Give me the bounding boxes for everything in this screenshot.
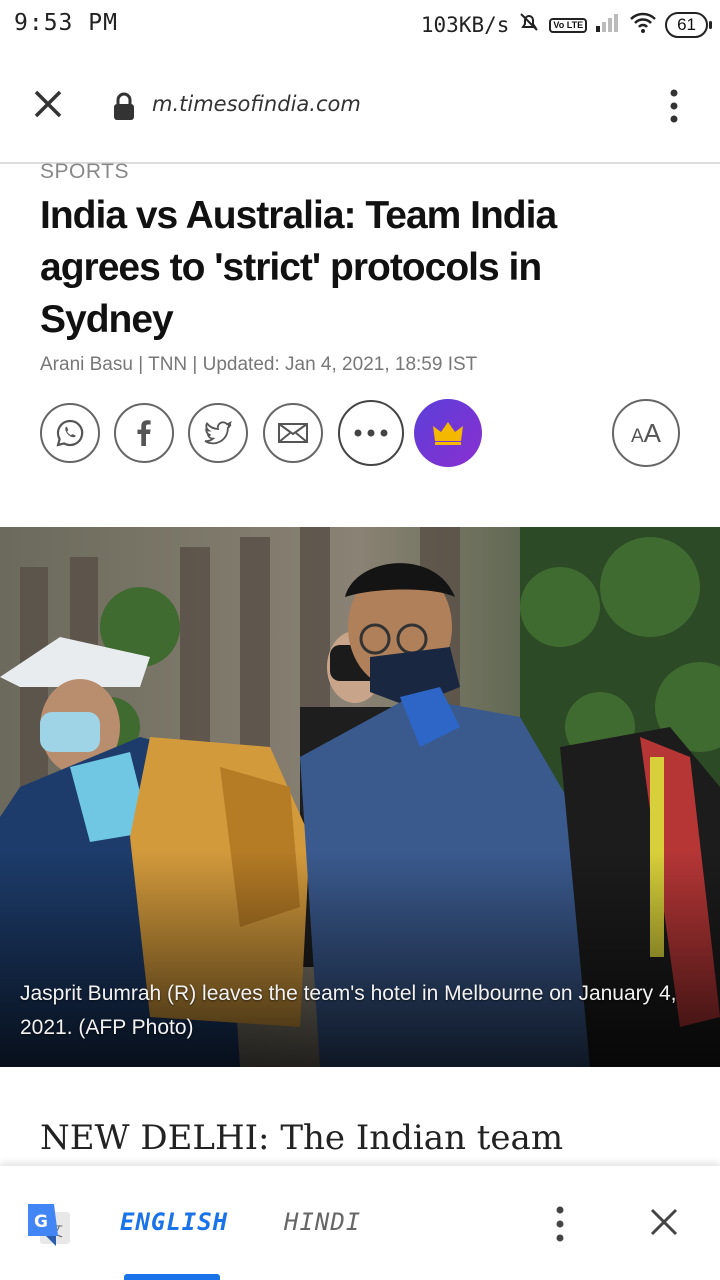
- article-byline: Arani Basu | TNN | Updated: Jan 4, 2021,…: [40, 354, 478, 375]
- more-vert-icon: [670, 89, 678, 123]
- status-time: 9:53 PM: [14, 10, 118, 36]
- wifi-icon: [629, 11, 657, 39]
- twitter-icon: [204, 420, 232, 445]
- close-icon: [34, 90, 62, 118]
- signal-icon: [595, 12, 621, 38]
- google-translate-icon: 文 G: [26, 1202, 72, 1248]
- mail-icon: [278, 423, 308, 443]
- share-email-button[interactable]: [263, 403, 323, 463]
- whatsapp-icon: [56, 419, 84, 447]
- network-speed: 103KB/s: [420, 13, 510, 37]
- section-label[interactable]: SPORTS: [40, 160, 129, 184]
- active-language-indicator: [124, 1274, 220, 1280]
- share-facebook-button[interactable]: [114, 403, 174, 463]
- translate-bar: 文 G ENGLISH HINDI: [0, 1166, 720, 1280]
- mute-icon: [517, 10, 541, 40]
- article-lede: NEW DELHI: The Indian team: [40, 1118, 564, 1158]
- language-tab-hindi[interactable]: HINDI: [284, 1208, 361, 1236]
- font-size-icon: AA: [630, 417, 662, 448]
- more-vert-icon: [556, 1206, 564, 1242]
- lock-icon[interactable]: [112, 92, 136, 122]
- close-tab-button[interactable]: [28, 84, 68, 124]
- share-whatsapp-button[interactable]: [40, 403, 100, 463]
- svg-text:G: G: [34, 1212, 48, 1232]
- volte-badge: Vo LTE: [549, 17, 588, 33]
- battery-indicator: 61: [665, 12, 712, 38]
- font-size-button[interactable]: AA: [612, 399, 680, 467]
- facebook-icon: [137, 420, 151, 446]
- translate-close-button[interactable]: [648, 1206, 680, 1238]
- status-bar: 9:53 PM 103KB/s Vo LTE 61: [0, 0, 720, 52]
- article-photo[interactable]: Jasprit Bumrah (R) leaves the team's hot…: [0, 527, 720, 1067]
- browser-menu-button[interactable]: [664, 88, 684, 124]
- status-icons: 103KB/s Vo LTE 61: [420, 10, 712, 40]
- crown-icon: [433, 422, 463, 445]
- translate-menu-button[interactable]: [550, 1204, 570, 1244]
- share-more-button[interactable]: [338, 400, 404, 466]
- article-headline: India vs Australia: Team India agrees to…: [40, 194, 557, 341]
- url-text[interactable]: m.timesofindia.com: [152, 92, 361, 116]
- share-twitter-button[interactable]: [188, 403, 248, 463]
- browser-toolbar: m.timesofindia.com: [0, 52, 720, 164]
- close-icon: [650, 1208, 678, 1236]
- premium-button[interactable]: [414, 399, 482, 467]
- more-horiz-icon: [354, 429, 388, 437]
- language-tab-english[interactable]: ENGLISH: [120, 1208, 228, 1236]
- photo-caption: Jasprit Bumrah (R) leaves the team's hot…: [20, 982, 677, 1039]
